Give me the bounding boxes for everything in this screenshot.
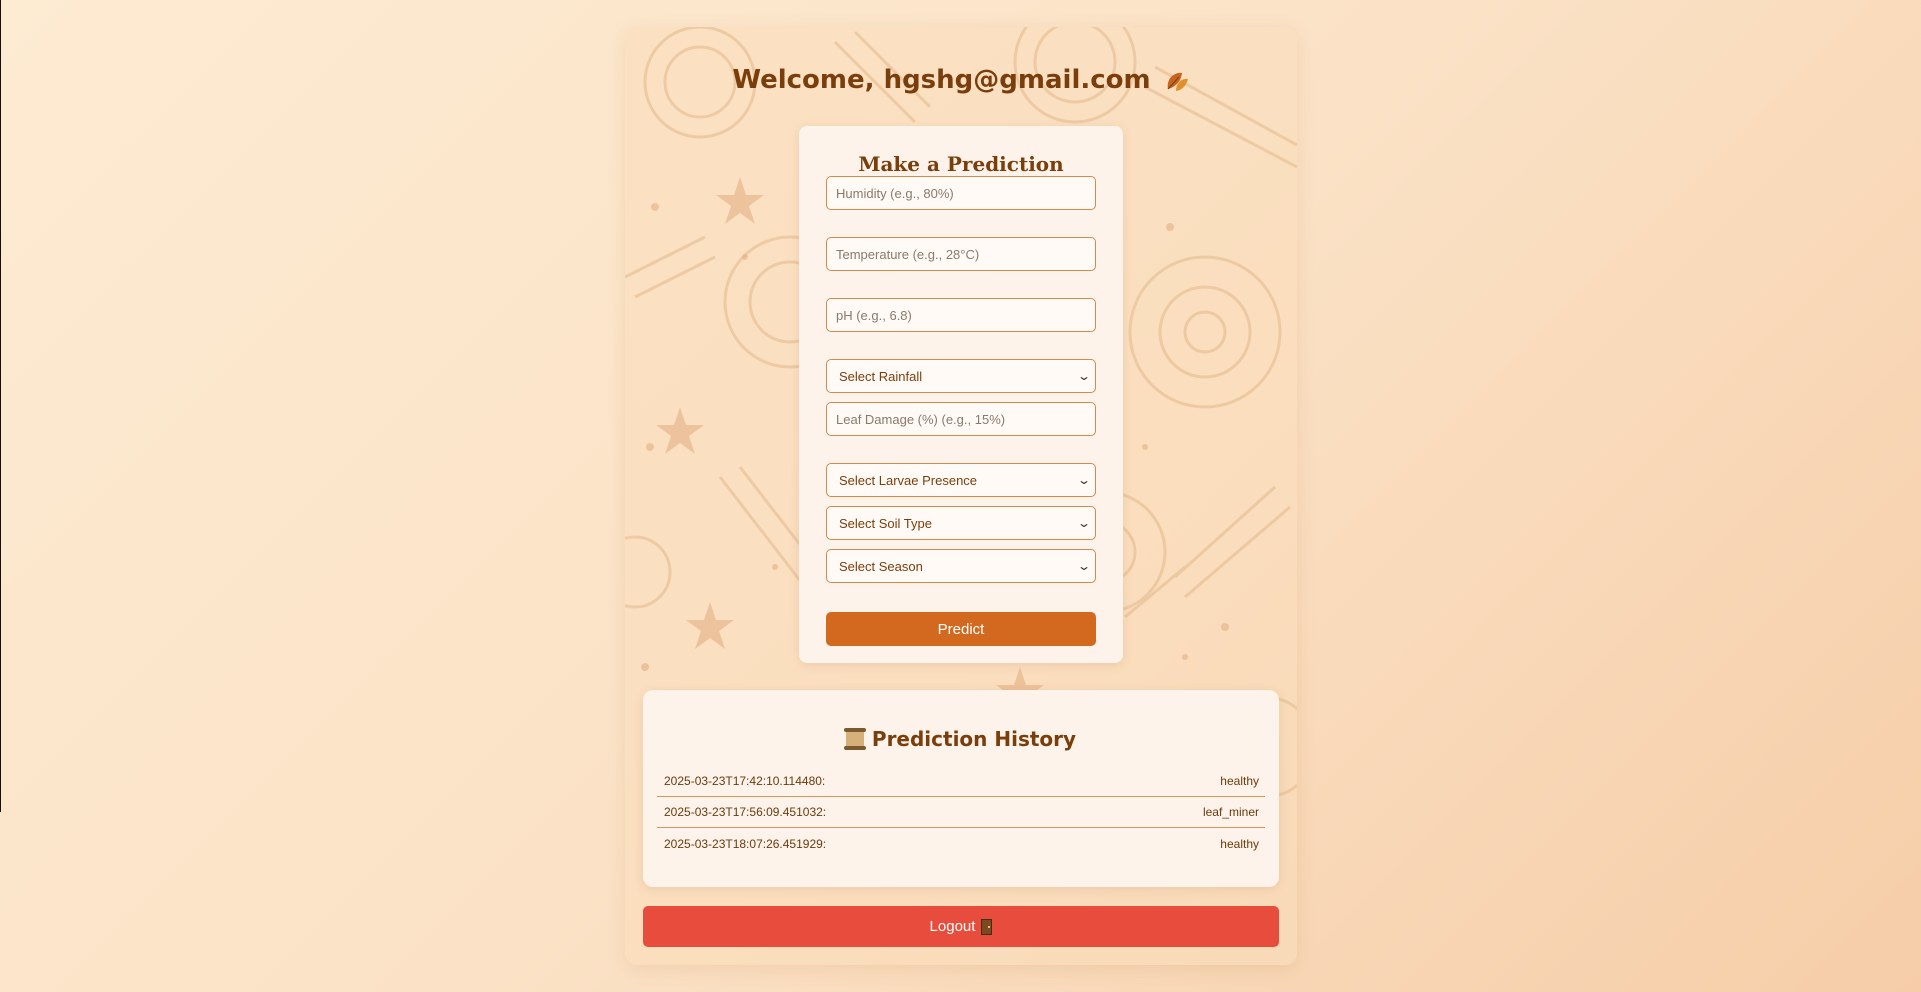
rainfall-select[interactable]: Select Rainfall ⌄ — [826, 359, 1096, 393]
welcome-heading: Welcome, hgshg@gmail.com — [625, 65, 1297, 95]
larvae-select[interactable]: Select Larvae Presence ⌄ — [826, 463, 1096, 497]
temperature-input[interactable] — [826, 237, 1096, 271]
history-title: Prediction History — [643, 727, 1279, 751]
user-email: hgshg@gmail.com — [883, 65, 1151, 95]
history-list: 2025-03-23T17:42:10.114480: healthy 2025… — [657, 766, 1265, 859]
history-timestamp: 2025-03-23T17:42:10.114480: — [664, 774, 826, 788]
predict-button[interactable]: Predict — [826, 612, 1096, 646]
history-timestamp: 2025-03-23T17:56:09.451032: — [664, 805, 827, 819]
prediction-form: Make a Prediction Select Rainfall ⌄ Sele… — [799, 126, 1123, 663]
logout-button[interactable]: Logout — [643, 906, 1279, 947]
autumn-leaves-icon — [1167, 72, 1188, 91]
chevron-down-icon: ⌄ — [1076, 559, 1092, 573]
main-container: Welcome, hgshg@gmail.com Make a Predicti… — [625, 27, 1297, 965]
history-title-text: Prediction History — [871, 727, 1077, 751]
list-item: 2025-03-23T17:56:09.451032: leaf_miner — [657, 797, 1265, 828]
history-result: leaf_miner — [1202, 805, 1259, 819]
chevron-down-icon: ⌄ — [1076, 369, 1092, 383]
soil-type-select[interactable]: Select Soil Type ⌄ — [826, 506, 1096, 540]
window-edge — [0, 0, 1, 812]
humidity-input[interactable] — [826, 176, 1096, 210]
list-item: 2025-03-23T18:07:26.451929: healthy — [657, 828, 1265, 859]
history-result: healthy — [1220, 836, 1259, 851]
scroll-icon — [843, 728, 866, 750]
logout-label: Logout — [929, 918, 976, 935]
chevron-down-icon: ⌄ — [1076, 473, 1092, 487]
leaf-damage-input[interactable] — [826, 402, 1096, 436]
chevron-down-icon: ⌄ — [1076, 516, 1092, 530]
season-select-label: Select Season — [839, 558, 923, 574]
larvae-select-label: Select Larvae Presence — [839, 472, 978, 488]
ph-input[interactable] — [826, 298, 1096, 332]
prediction-history-card: Prediction History 2025-03-23T17:42:10.1… — [643, 690, 1279, 887]
welcome-prefix: Welcome, — [732, 65, 884, 95]
history-result: healthy — [1220, 774, 1259, 788]
soil-type-select-label: Select Soil Type — [839, 515, 932, 531]
form-title: Make a Prediction — [858, 152, 1064, 176]
rainfall-select-label: Select Rainfall — [839, 368, 923, 384]
door-icon — [981, 918, 993, 935]
history-timestamp: 2025-03-23T18:07:26.451929: — [664, 836, 827, 851]
list-item: 2025-03-23T17:42:10.114480: healthy — [657, 766, 1265, 797]
season-select[interactable]: Select Season ⌄ — [826, 549, 1096, 583]
